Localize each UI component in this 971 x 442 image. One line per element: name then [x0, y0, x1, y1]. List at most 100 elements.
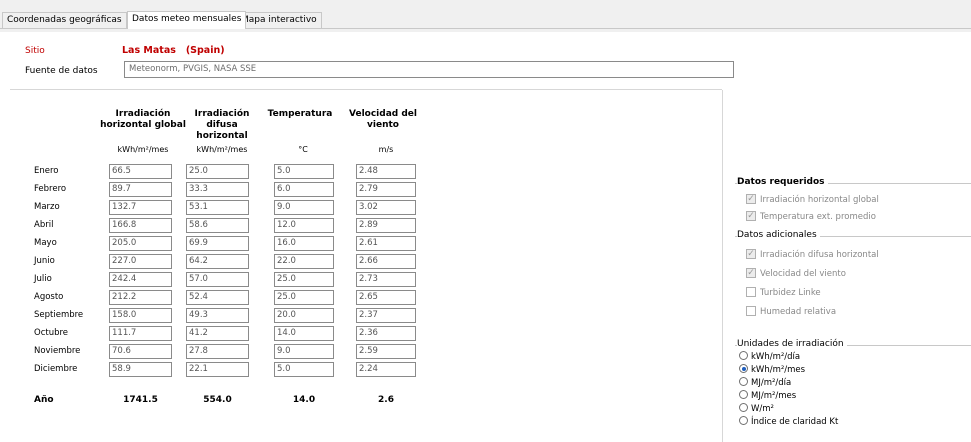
- checkbox-label: Temperatura ext. promedio: [760, 212, 876, 222]
- checkbox-empty-icon: [746, 286, 756, 297]
- unit-mj-day-radio[interactable]: MJ/m²/día: [739, 377, 791, 389]
- wind-input[interactable]: 2.36: [356, 326, 416, 341]
- ghi-input[interactable]: 58.9: [109, 362, 172, 377]
- wind-input[interactable]: 2.89: [356, 218, 416, 233]
- dhi-input[interactable]: 52.4: [186, 290, 249, 305]
- unit-kwh-day-radio[interactable]: kWh/m²/día: [739, 351, 800, 363]
- wind-input[interactable]: 2.37: [356, 308, 416, 323]
- vertical-divider: [722, 90, 723, 442]
- additional-dhi-checkbox[interactable]: ✓ Irradiación difusa horizontal: [746, 248, 879, 262]
- tab-monthly-meteo-data[interactable]: Datos meteo mensuales: [127, 11, 247, 29]
- radio-label: kWh/m²/mes: [751, 365, 806, 375]
- dhi-input[interactable]: 53.1: [186, 200, 249, 215]
- ghi-input[interactable]: 212.2: [109, 290, 172, 305]
- month-label: Febrero: [34, 184, 67, 194]
- ghi-input[interactable]: 70.6: [109, 344, 172, 359]
- month-label: Agosto: [34, 292, 64, 302]
- temperature-input[interactable]: 25.0: [274, 290, 334, 305]
- data-source-field[interactable]: Meteonorm, PVGIS, NASA SSE: [124, 61, 734, 78]
- temperature-input[interactable]: 9.0: [274, 200, 334, 215]
- dhi-input[interactable]: 49.3: [186, 308, 249, 323]
- checkbox-checked-icon: ✓: [746, 248, 756, 259]
- wind-input[interactable]: 2.24: [356, 362, 416, 377]
- wind-input[interactable]: 2.73: [356, 272, 416, 287]
- wind-input[interactable]: 3.02: [356, 200, 416, 215]
- additional-humidity-checkbox[interactable]: Humedad relativa: [746, 305, 836, 319]
- tab-bar: Coordenadas geográficas Datos meteo mens…: [0, 0, 971, 32]
- header-diffuse-horizontal-irradiation: Irradiación difusa horizontal: [194, 109, 250, 141]
- temperature-input[interactable]: 16.0: [274, 236, 334, 251]
- unit-clearness-index-radio[interactable]: Índice de claridad Kt: [739, 416, 838, 428]
- tab-interactive-map[interactable]: Mapa interactivo: [236, 12, 322, 28]
- dhi-input[interactable]: 25.0: [186, 164, 249, 179]
- radio-icon: [739, 403, 748, 412]
- required-ghi-checkbox[interactable]: ✓ Irradiación horizontal global: [746, 193, 879, 207]
- wind-input[interactable]: 2.65: [356, 290, 416, 305]
- unit-kwh-month-radio[interactable]: kWh/m²/mes: [739, 364, 805, 376]
- ghi-input[interactable]: 158.0: [109, 308, 172, 323]
- additional-data-title: Datos adicionales: [737, 230, 820, 240]
- checkbox-checked-icon: ✓: [746, 267, 756, 278]
- radio-icon: [739, 377, 748, 386]
- temperature-input[interactable]: 22.0: [274, 254, 334, 269]
- month-label: Noviembre: [34, 346, 81, 356]
- ghi-input[interactable]: 111.7: [109, 326, 172, 341]
- dhi-input[interactable]: 64.2: [186, 254, 249, 269]
- unit-mj-month-radio[interactable]: MJ/m²/mes: [739, 390, 796, 402]
- year-label: Año: [34, 395, 54, 405]
- dhi-input[interactable]: 41.2: [186, 326, 249, 341]
- dhi-input[interactable]: 27.8: [186, 344, 249, 359]
- wind-input[interactable]: 2.79: [356, 182, 416, 197]
- data-source-label: Fuente de datos: [25, 66, 98, 76]
- wind-input[interactable]: 2.59: [356, 344, 416, 359]
- ghi-input[interactable]: 205.0: [109, 236, 172, 251]
- unit-w-m2-radio[interactable]: W/m²: [739, 403, 774, 415]
- month-label: Mayo: [34, 238, 57, 248]
- checkbox-empty-icon: [746, 305, 756, 316]
- dhi-input[interactable]: 69.9: [186, 236, 249, 251]
- month-label: Octubre: [34, 328, 69, 338]
- additional-wind-checkbox[interactable]: ✓ Velocidad del viento: [746, 267, 846, 281]
- checkbox-label: Velocidad del viento: [760, 269, 846, 279]
- radio-label: kWh/m²/día: [751, 352, 801, 362]
- radio-icon: [739, 416, 748, 425]
- wind-input[interactable]: 2.61: [356, 236, 416, 251]
- temperature-input[interactable]: 5.0: [274, 164, 334, 179]
- temperature-input[interactable]: 5.0: [274, 362, 334, 377]
- header-temperature: Temperatura: [267, 109, 333, 119]
- month-label: Julio: [34, 274, 52, 284]
- radio-label: Índice de claridad Kt: [751, 417, 839, 427]
- ghi-input[interactable]: 132.7: [109, 200, 172, 215]
- year-dhi-total: 554.0: [203, 395, 232, 405]
- ghi-input[interactable]: 166.8: [109, 218, 172, 233]
- irradiation-units-title: Unidades de irradiación: [737, 339, 847, 349]
- dhi-input[interactable]: 58.6: [186, 218, 249, 233]
- wind-input[interactable]: 2.66: [356, 254, 416, 269]
- temperature-input[interactable]: 12.0: [274, 218, 334, 233]
- site-name: Las Matas (Spain): [122, 45, 225, 56]
- dhi-input[interactable]: 22.1: [186, 362, 249, 377]
- ghi-input[interactable]: 227.0: [109, 254, 172, 269]
- month-label: Diciembre: [34, 364, 78, 374]
- temperature-input[interactable]: 14.0: [274, 326, 334, 341]
- radio-label: MJ/m²/día: [751, 378, 792, 388]
- unit-wind: m/s: [378, 145, 394, 154]
- horizontal-divider: [10, 89, 722, 90]
- temperature-input[interactable]: 20.0: [274, 308, 334, 323]
- temperature-input[interactable]: 6.0: [274, 182, 334, 197]
- month-label: Junio: [34, 256, 55, 266]
- additional-linke-checkbox[interactable]: Turbidez Linke: [746, 286, 821, 300]
- ghi-input[interactable]: 89.7: [109, 182, 172, 197]
- temperature-input[interactable]: 25.0: [274, 272, 334, 287]
- month-label: Marzo: [34, 202, 60, 212]
- checkbox-checked-icon: ✓: [746, 193, 756, 204]
- wind-input[interactable]: 2.48: [356, 164, 416, 179]
- checkbox-label: Irradiación difusa horizontal: [760, 250, 879, 260]
- tab-geographic-coordinates[interactable]: Coordenadas geográficas: [2, 12, 127, 28]
- temperature-input[interactable]: 9.0: [274, 344, 334, 359]
- ghi-input[interactable]: 242.4: [109, 272, 172, 287]
- required-temperature-checkbox[interactable]: ✓ Temperatura ext. promedio: [746, 210, 876, 224]
- ghi-input[interactable]: 66.5: [109, 164, 172, 179]
- dhi-input[interactable]: 33.3: [186, 182, 249, 197]
- dhi-input[interactable]: 57.0: [186, 272, 249, 287]
